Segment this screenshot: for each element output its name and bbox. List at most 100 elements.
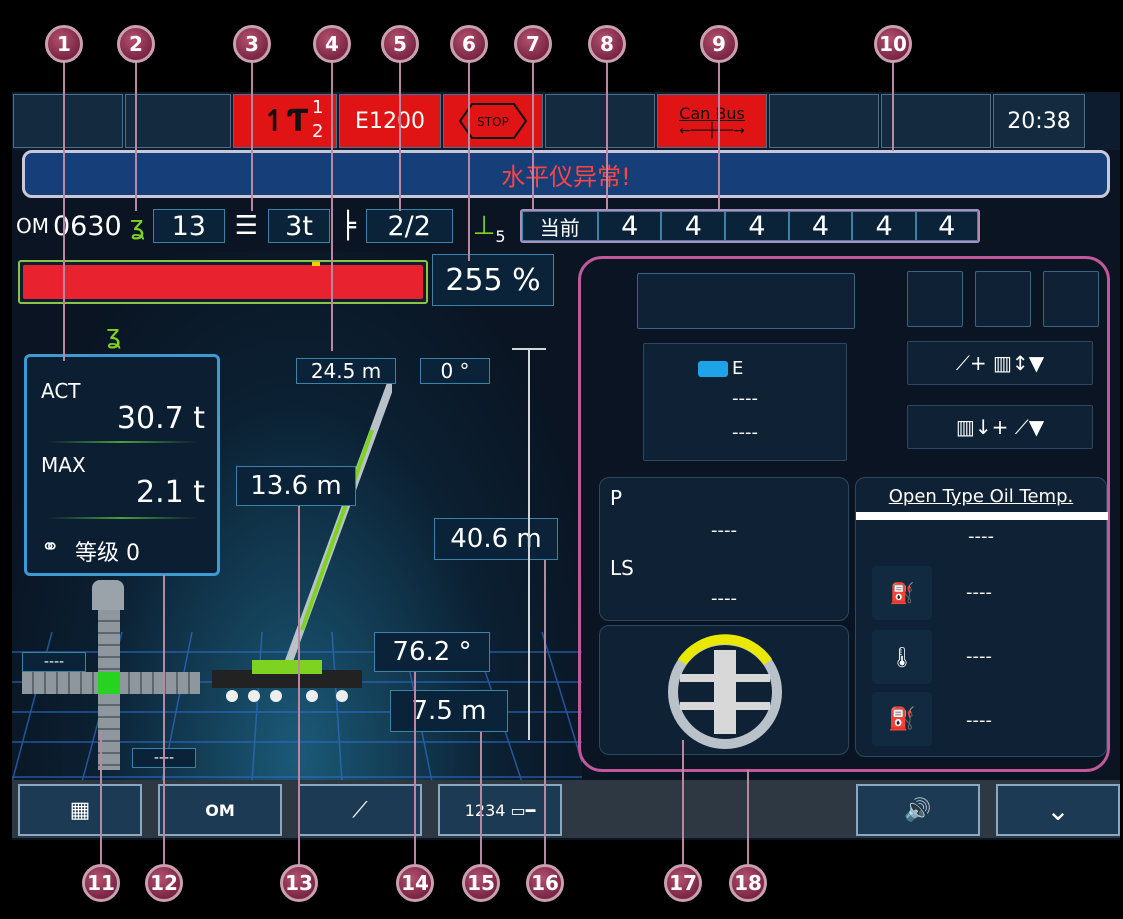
- section-value: 4: [597, 211, 662, 242]
- load-percent: 255 %: [432, 254, 554, 306]
- boom-retract-button[interactable]: ▥↓+ ⟋▼: [907, 405, 1093, 449]
- pressure-ls-value: ----: [711, 588, 737, 609]
- boom-extend-button[interactable]: ⟋+ ▥↕▼: [907, 341, 1093, 385]
- error-code[interactable]: E1200: [339, 94, 441, 148]
- callout-line: [414, 672, 416, 864]
- display-slot: [975, 271, 1031, 327]
- display-slot: [1043, 271, 1099, 327]
- counterweight-icon: ☰: [234, 211, 259, 241]
- callout-1: 1: [45, 25, 83, 63]
- hook-reeving-icon: ʓ: [129, 211, 145, 241]
- boom-button[interactable]: ⟋: [298, 784, 422, 836]
- divider: [47, 441, 197, 443]
- keypad-icon: 1234 ▭━: [464, 800, 536, 820]
- display-slot: [637, 273, 855, 329]
- level-gauge-panel: [599, 625, 849, 755]
- boom-length-value: 24.5 m: [296, 358, 396, 384]
- speaker-icon: 🔊: [904, 797, 932, 823]
- tilt-left-readout: ----: [22, 652, 86, 672]
- mode-prefix: OM: [16, 214, 49, 238]
- status-slot-empty: [881, 94, 991, 148]
- status-slot-empty: [769, 94, 879, 148]
- canbus-label: Can Bus: [679, 103, 745, 123]
- clock: 20:38: [993, 94, 1085, 148]
- callout-7: 7: [514, 25, 552, 63]
- callout-2: 2: [117, 25, 155, 63]
- callout-line: [606, 61, 608, 211]
- height-dimension-top: [512, 348, 546, 350]
- boom-icon: ⟋: [352, 797, 368, 823]
- layout-menu-button[interactable]: ▦: [18, 784, 142, 836]
- grid-icon: ▦: [69, 797, 91, 823]
- pressure-panel: P ---- LS ----: [599, 477, 849, 621]
- oil-panel: Open Type Oil Temp. ---- ⛽ ---- 🌡 ---- ⛽…: [855, 477, 1108, 757]
- callout-line: [892, 61, 894, 151]
- callout-4: 4: [313, 25, 351, 63]
- pressure-p-label: P: [610, 486, 623, 510]
- callout-11: 11: [82, 864, 120, 902]
- hook-warning[interactable]: ↿Ƭ 1 2: [233, 94, 337, 148]
- radius-value: 7.5 m: [390, 690, 508, 732]
- boom-angle-value: 76.2 °: [374, 632, 490, 672]
- volume-button[interactable]: 🔊: [856, 784, 980, 836]
- engine-panel: E ---- ----: [643, 343, 847, 461]
- stop-indicator[interactable]: STOP: [443, 94, 543, 148]
- callout-line: [331, 61, 333, 351]
- section-value: 4: [788, 211, 853, 242]
- engine-value-1: ----: [732, 388, 758, 409]
- tilt-gauge-center: [98, 672, 120, 694]
- hook-icon: ↿Ƭ: [261, 103, 309, 139]
- collapse-button[interactable]: ⌄: [996, 784, 1120, 836]
- hook-icon: ʓ: [106, 320, 122, 350]
- oil-title-underline: [856, 512, 1108, 520]
- status-slot-empty: [545, 94, 655, 148]
- callout-16: 16: [526, 864, 564, 902]
- callout-9: 9: [700, 25, 738, 63]
- coolant-temp-icon: 🌡: [872, 630, 932, 684]
- info-row: OM 0630 ʓ 13 ☰ 3t ╞ 2/2 ⊥ 5 当前 4 4 4 4 4…: [12, 206, 1120, 246]
- callout-line: [163, 575, 165, 864]
- engine-value-2: ----: [732, 422, 758, 443]
- engine-icon: [698, 360, 728, 377]
- chassis-level-icon: [668, 634, 782, 749]
- canbus-icon: ←──┼──→: [679, 122, 745, 139]
- telescope-icon: ╞: [340, 211, 356, 241]
- max-label: MAX: [41, 453, 86, 477]
- callout-10: 10: [874, 25, 912, 63]
- status-bar: ↿Ƭ 1 2 E1200 STOP Can Bus ←──┼──→ 20:38: [12, 92, 1120, 150]
- radius-upper-value: 13.6 m: [236, 466, 356, 506]
- chevron-down-icon: ⌄: [1046, 793, 1070, 827]
- callout-12: 12: [145, 864, 183, 902]
- section-status: 当前 4 4 4 4 4 4: [519, 209, 980, 243]
- oil-panel-title: Open Type Oil Temp.: [888, 486, 1074, 507]
- canbus-warning[interactable]: Can Bus ←──┼──→: [657, 94, 767, 148]
- callout-line: [747, 770, 749, 864]
- callout-line: [135, 61, 137, 211]
- callout-line: [532, 61, 534, 211]
- tilt-gauge-top: [92, 580, 124, 610]
- level-icon: ⚭: [41, 535, 60, 560]
- callout-15: 15: [462, 864, 500, 902]
- crane-display: ↿Ƭ 1 2 E1200 STOP Can Bus ←──┼──→ 20:38 …: [12, 92, 1120, 840]
- callout-5: 5: [381, 25, 419, 63]
- load-panel[interactable]: ACT 30.7 t MAX 2.1 t ⚭ 等级 0: [24, 354, 220, 576]
- callout-line: [682, 740, 684, 864]
- callout-line: [298, 506, 300, 864]
- pressure-p-value: ----: [711, 520, 737, 541]
- oil-title-value: ----: [968, 526, 994, 547]
- callout-17: 17: [664, 864, 702, 902]
- alarm-message: 水平仪异常!: [22, 150, 1110, 198]
- outrigger-sub: 5: [495, 227, 506, 246]
- status-slot-empty: [13, 94, 123, 148]
- fuel-value: ----: [966, 710, 992, 731]
- callout-6: 6: [450, 25, 488, 63]
- callout-line: [544, 560, 546, 864]
- callout-line: [399, 61, 401, 211]
- counterweight-value: 3t: [268, 209, 331, 243]
- callout-line: [468, 61, 470, 261]
- telescope-mode-value: 2/2: [365, 209, 453, 243]
- display-slot: [907, 271, 963, 327]
- oil-pressure-value: ----: [966, 582, 992, 603]
- om-button[interactable]: OM: [158, 784, 282, 836]
- status-slot-empty: [125, 94, 231, 148]
